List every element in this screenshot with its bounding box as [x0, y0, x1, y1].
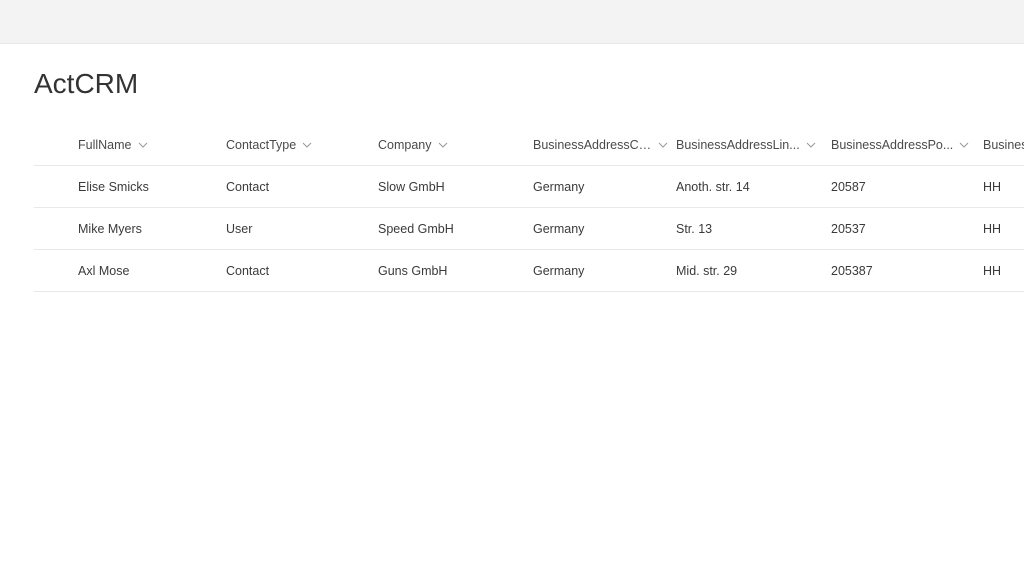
- grid-header-lead: [34, 135, 78, 155]
- chevron-down-icon: [302, 142, 312, 148]
- column-header-company[interactable]: Company: [378, 128, 533, 162]
- page-content: ActCRM FullName ContactType Company: [0, 44, 1024, 292]
- column-header-businessaddresspostal[interactable]: BusinessAddressPo...: [831, 128, 983, 162]
- table-row[interactable]: Mike Myers User Speed GmbH Germany Str. …: [34, 208, 1024, 250]
- cell-contacttype: Contact: [226, 170, 378, 204]
- column-header-fullname[interactable]: FullName: [78, 128, 226, 162]
- cell-addressline: Str. 13: [676, 212, 831, 246]
- cell-postal: 205387: [831, 254, 983, 288]
- cell-fullname: Elise Smicks: [78, 170, 226, 204]
- page-title: ActCRM: [34, 68, 1024, 100]
- grid-header-row: FullName ContactType Company BusinessAdd…: [34, 124, 1024, 166]
- cell-contacttype: User: [226, 212, 378, 246]
- column-header-label: BusinessAddressCo...: [533, 138, 652, 152]
- cell-country: Germany: [533, 170, 676, 204]
- cell-country: Germany: [533, 212, 676, 246]
- cell-state: HH: [983, 170, 1024, 204]
- column-header-label: FullName: [78, 138, 132, 152]
- column-header-contacttype[interactable]: ContactType: [226, 128, 378, 162]
- column-header-label: Company: [378, 138, 432, 152]
- cell-company: Speed GmbH: [378, 212, 533, 246]
- table-row[interactable]: Elise Smicks Contact Slow GmbH Germany A…: [34, 166, 1024, 208]
- chevron-down-icon: [138, 142, 148, 148]
- data-grid: FullName ContactType Company BusinessAdd…: [34, 124, 1024, 292]
- cell-addressline: Anoth. str. 14: [676, 170, 831, 204]
- cell-fullname: Axl Mose: [78, 254, 226, 288]
- column-header-label: ContactType: [226, 138, 296, 152]
- cell-company: Guns GmbH: [378, 254, 533, 288]
- cell-country: Germany: [533, 254, 676, 288]
- chevron-down-icon: [438, 142, 448, 148]
- cell-fullname: Mike Myers: [78, 212, 226, 246]
- column-header-businessaddresscountry[interactable]: BusinessAddressCo...: [533, 128, 676, 162]
- cell-addressline: Mid. str. 29: [676, 254, 831, 288]
- cell-postal: 20537: [831, 212, 983, 246]
- table-row[interactable]: Axl Mose Contact Guns GmbH Germany Mid. …: [34, 250, 1024, 292]
- column-header-label: BusinessAddressLin...: [676, 138, 800, 152]
- column-header-label: Busines: [983, 138, 1024, 152]
- chevron-down-icon: [959, 142, 969, 148]
- column-header-label: BusinessAddressPo...: [831, 138, 953, 152]
- chevron-down-icon: [806, 142, 816, 148]
- cell-state: HH: [983, 254, 1024, 288]
- column-header-businessaddressstate[interactable]: Busines: [983, 128, 1024, 162]
- cell-company: Slow GmbH: [378, 170, 533, 204]
- top-bar: [0, 0, 1024, 44]
- cell-postal: 20587: [831, 170, 983, 204]
- cell-state: HH: [983, 212, 1024, 246]
- column-header-businessaddressline[interactable]: BusinessAddressLin...: [676, 128, 831, 162]
- chevron-down-icon: [658, 142, 668, 148]
- cell-contacttype: Contact: [226, 254, 378, 288]
